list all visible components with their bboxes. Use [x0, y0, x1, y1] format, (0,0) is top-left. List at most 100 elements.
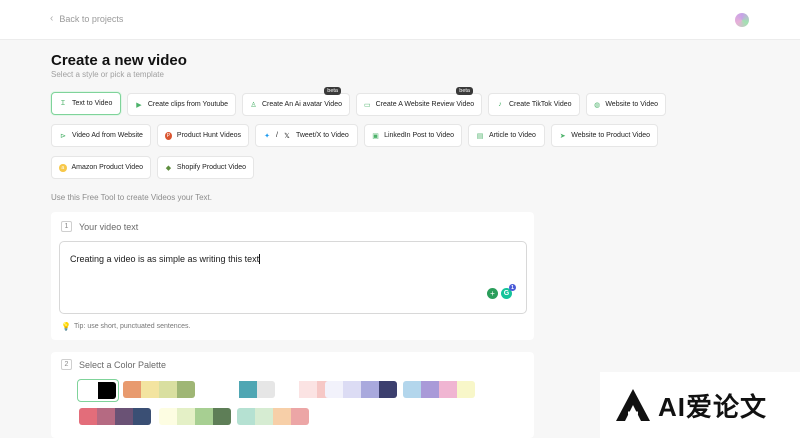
color-swatch — [159, 381, 177, 398]
color-swatch — [237, 408, 255, 425]
template-label: Video Ad from Website — [72, 132, 143, 139]
template-label: Tweet/X to Video — [295, 132, 349, 139]
text-cursor-icon: Ɪ — [61, 100, 65, 107]
top-bar: ‹ Back to projects — [0, 0, 800, 40]
beta-badge: beta — [456, 87, 473, 95]
video-ad-icon: ⊳ — [60, 132, 66, 140]
template-label: Text to Video — [72, 100, 113, 107]
text-caret — [259, 254, 261, 264]
color-swatch — [299, 381, 317, 398]
step-number: 2 — [61, 359, 72, 370]
watermark-text: AI爱论文 — [658, 391, 768, 422]
color-swatch — [98, 382, 116, 399]
color-swatch — [255, 408, 273, 425]
color-palette-option[interactable] — [401, 379, 477, 400]
template-website-to-video[interactable]: ◍ Website to Video — [586, 93, 666, 116]
template-website-review[interactable]: ▭ Create A Website Review Video beta — [356, 87, 482, 116]
tip-label: Tip: use short, punctuated sentences. — [73, 323, 191, 330]
twitter-icon: ✦ — [264, 132, 270, 140]
color-palette-option[interactable] — [323, 379, 399, 400]
color-swatch — [80, 382, 98, 399]
color-palette-card: 2 Select a Color Palette — [51, 352, 534, 438]
x-icon: 𝕏 — [284, 132, 290, 140]
page-title: Create a new video — [51, 52, 187, 69]
template-shopify[interactable]: ◆ Shopify Product Video — [157, 156, 254, 179]
monitor-icon: ▭ — [364, 101, 371, 109]
video-text-input[interactable]: Creating a video is as simple as writing… — [59, 241, 527, 314]
color-swatch — [403, 381, 421, 398]
color-swatch — [115, 408, 133, 425]
color-palette-option[interactable] — [77, 406, 153, 427]
color-swatch — [325, 381, 343, 398]
template-label: Create An Ai avatar Video — [261, 101, 342, 108]
watermark: AI爱论文 — [600, 372, 800, 438]
free-tool-hint: Use this Free Tool to create Videos your… — [51, 193, 212, 202]
template-label: Product Hunt Videos — [176, 132, 241, 139]
color-swatch — [79, 408, 97, 425]
color-palette-option[interactable] — [157, 406, 233, 427]
text-tip: 💡 Tip: use short, punctuated sentences. — [61, 322, 190, 331]
avatar-icon: ♙ — [250, 101, 257, 109]
color-swatch — [133, 408, 151, 425]
color-swatch — [343, 381, 361, 398]
plus-extension-icon[interactable]: + — [487, 288, 498, 299]
color-swatch — [361, 381, 379, 398]
template-label: Create TikTok Video — [509, 101, 572, 108]
color-palette-option[interactable] — [201, 379, 277, 400]
tiktok-icon: ♪ — [498, 101, 502, 108]
step-header: 2 Select a Color Palette — [61, 359, 166, 370]
video-text-card: 1 Your video text Creating a video is as… — [51, 212, 534, 340]
article-icon: ▤ — [476, 132, 484, 140]
color-swatch — [291, 408, 309, 425]
product-hunt-icon: P — [165, 131, 172, 140]
color-palette-option[interactable] — [77, 379, 119, 402]
step-number: 1 — [61, 221, 72, 232]
video-text-value: Creating a video is as simple as writing… — [70, 254, 260, 264]
color-swatch — [273, 408, 291, 425]
watermark-logo-icon — [616, 389, 650, 421]
lightbulb-icon: 💡 — [61, 322, 71, 331]
template-label: Website to Product Video — [571, 132, 650, 139]
template-article[interactable]: ▤ Article to Video — [468, 124, 545, 147]
back-label: Back to projects — [59, 13, 124, 24]
template-youtube-clips[interactable]: ▶ Create clips from Youtube — [127, 93, 236, 116]
beta-badge: beta — [324, 87, 341, 95]
separator: / — [276, 132, 278, 139]
editor-extension-icons: + G 1 — [487, 284, 516, 299]
color-swatch — [141, 381, 159, 398]
amazon-icon: a — [59, 163, 67, 172]
template-label: Website to Video — [605, 101, 658, 108]
color-swatch — [257, 381, 275, 398]
back-to-projects-link[interactable]: ‹ Back to projects — [50, 13, 123, 24]
user-avatar[interactable] — [735, 13, 749, 27]
step-title: Your video text — [79, 221, 139, 232]
color-swatch — [123, 381, 141, 398]
color-palette-option[interactable] — [235, 406, 311, 427]
template-ai-avatar[interactable]: ♙ Create An Ai avatar Video beta — [242, 87, 350, 116]
template-website-to-product[interactable]: ➤ Website to Product Video — [551, 124, 658, 147]
youtube-icon: ▶ — [136, 101, 142, 109]
color-palette-option[interactable] — [121, 379, 197, 400]
template-tweet-x[interactable]: ✦ / 𝕏 Tweet/X to Video — [255, 124, 358, 147]
grammarly-icon[interactable]: G 1 — [501, 284, 516, 299]
cursor-icon: ➤ — [559, 132, 566, 140]
template-text-to-video[interactable]: Ɪ Text to Video — [51, 92, 121, 115]
color-swatch — [203, 381, 221, 398]
color-swatch — [177, 408, 195, 425]
template-label: Amazon Product Video — [71, 164, 143, 171]
template-product-hunt[interactable]: P Product Hunt Videos — [157, 124, 249, 147]
template-video-ad[interactable]: ⊳ Video Ad from Website — [51, 124, 151, 147]
step-title: Select a Color Palette — [79, 359, 167, 370]
linkedin-icon: ▣ — [372, 132, 379, 140]
grammarly-count-badge: 1 — [509, 284, 516, 291]
color-swatch — [239, 381, 257, 398]
template-amazon[interactable]: a Amazon Product Video — [51, 156, 151, 179]
chevron-left-icon: ‹ — [50, 13, 54, 24]
color-swatch — [281, 381, 299, 398]
template-tiktok[interactable]: ♪ Create TikTok Video — [488, 93, 580, 116]
template-linkedin[interactable]: ▣ LinkedIn Post to Video — [364, 124, 462, 147]
color-swatch — [221, 381, 239, 398]
template-label: Create A Website Review Video — [375, 101, 475, 108]
color-swatch — [457, 381, 475, 398]
step-header: 1 Your video text — [61, 221, 138, 232]
